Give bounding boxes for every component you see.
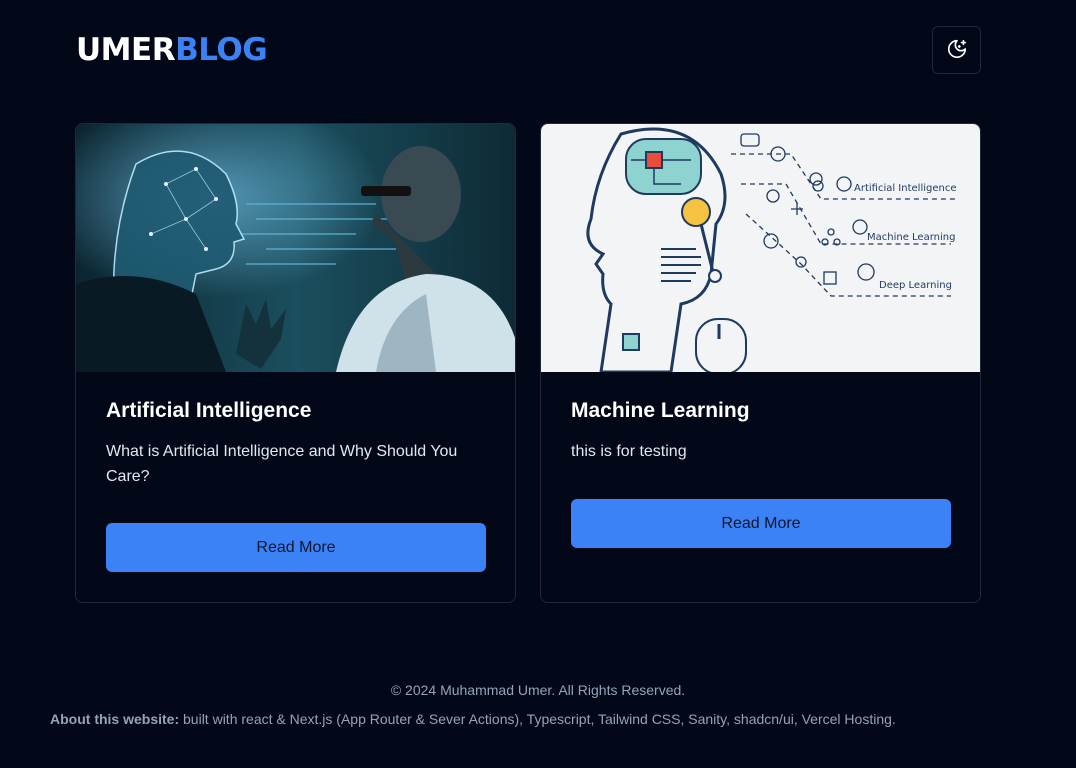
logo-part-umer: UMER — [76, 31, 176, 68]
post-description: What is Artificial Intelligence and Why … — [106, 443, 458, 485]
post-image-ai — [76, 124, 515, 372]
page: UMERBLOG Artificial Intelligence What is… — [0, 0, 1076, 768]
post-image-ml: Artificial Intelligence Machine Learning… — [541, 124, 980, 372]
post-title[interactable]: Machine Learning — [571, 399, 750, 423]
about-website-text: About this website: built with react & N… — [50, 711, 896, 727]
about-description: built with react & Next.js (App Router &… — [179, 711, 896, 727]
copyright-text: © 2024 Muhammad Umer. All Rights Reserve… — [390, 682, 686, 698]
post-title[interactable]: Artificial Intelligence — [106, 399, 311, 423]
image-label-ml: Machine Learning — [867, 232, 955, 243]
theme-toggle-button[interactable] — [932, 26, 981, 74]
post-card-artificial-intelligence: Artificial Intelligence What is Artifici… — [75, 123, 516, 603]
logo-part-blog: BLOG — [175, 31, 268, 68]
post-card-machine-learning: Artificial Intelligence Machine Learning… — [540, 123, 981, 603]
read-more-button[interactable]: Read More — [571, 499, 951, 548]
moon-stars-icon — [946, 38, 968, 63]
image-label-dl: Deep Learning — [879, 280, 952, 291]
image-label-ai: Artificial Intelligence — [854, 183, 957, 194]
site-logo[interactable]: UMERBLOG — [76, 31, 268, 68]
about-label: About this website: — [50, 711, 180, 727]
post-description: this is for testing — [571, 443, 687, 460]
read-more-button[interactable]: Read More — [106, 523, 486, 572]
site-header: UMERBLOG — [76, 26, 981, 74]
